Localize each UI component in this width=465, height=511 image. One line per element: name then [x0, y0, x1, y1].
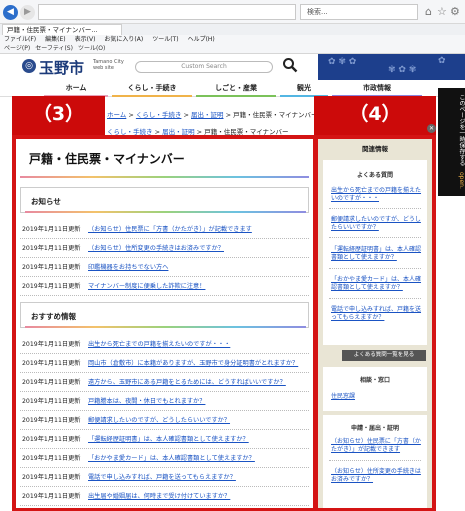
logo-icon: ◎ — [22, 59, 36, 73]
nav-bar-line — [112, 95, 192, 97]
nav-work[interactable]: しごと・産業 — [196, 80, 276, 97]
annotation-label-3: （3） — [12, 96, 105, 135]
forward-icon[interactable]: ▶ — [20, 5, 35, 20]
browser-search-input[interactable]: 検索... — [300, 4, 418, 20]
home-icon[interactable]: ⌂ — [425, 5, 432, 19]
back-icon[interactable]: ◀ — [3, 5, 18, 20]
nav-tourism[interactable]: 観光 — [280, 80, 328, 97]
nav-work-label: しごと・産業 — [215, 84, 257, 92]
screenshot-root: ◀ ▶ 検索... ⌂ ☆ ⚙ 戸籍・住民票・マイナンバー... ファイル(F)… — [0, 0, 465, 511]
browser-search-placeholder: 検索... — [307, 8, 328, 16]
site-logo[interactable]: 玉野市 — [39, 57, 84, 78]
nav-home-label: ホーム — [65, 84, 87, 92]
menu-view[interactable]: 表示(V) — [75, 36, 96, 43]
save-page-banner[interactable]: このページを一時保存する open. — [438, 88, 465, 196]
gear-icon[interactable]: ⚙ — [450, 5, 460, 19]
safety-menu[interactable]: セーフティ(S) — [35, 45, 73, 52]
global-nav: ホーム くらし・手続き しごと・産業 観光 市政情報 — [0, 80, 465, 97]
menu-help[interactable]: ヘルプ(H) — [188, 36, 215, 43]
menu-bar: ファイル(F) 編集(E) 表示(V) お気に入り(A) ツール(T) ヘルプ(H) — [0, 35, 465, 44]
menu-tools[interactable]: ツール(T) — [152, 36, 178, 43]
nav-bar-line — [196, 95, 276, 97]
tools-menu[interactable]: ツール(O) — [78, 45, 105, 52]
menu-edit[interactable]: 編集(E) — [45, 36, 65, 43]
annotation-box-3 — [12, 135, 317, 511]
menu-favorites[interactable]: お気に入り(A) — [104, 36, 143, 43]
save-page-sub: open. — [458, 171, 465, 189]
address-bar[interactable] — [38, 4, 296, 20]
breadcrumb-current: 戸籍・住民票・マイナンバー — [233, 111, 318, 119]
browser-tab[interactable]: 戸籍・住民票・マイナンバー... — [2, 24, 122, 35]
browser-toolbar: ◀ ▶ 検索... ⌂ ☆ ⚙ — [0, 0, 465, 24]
search-icon[interactable] — [282, 57, 298, 73]
site-header: ◎ 玉野市 Tamano City web site Custom Search… — [0, 54, 465, 80]
annotation-box-4 — [314, 135, 436, 511]
breadcrumb: ホーム > くらし・手続き > 届出・証明 > 戸籍・住民票・マイナンバー — [107, 111, 318, 119]
breadcrumb-living[interactable]: くらし・手続き — [136, 111, 182, 119]
tab-bar: 戸籍・住民票・マイナンバー... — [0, 24, 465, 35]
site-search-input[interactable]: Custom Search — [135, 61, 273, 73]
nav-living-label: くらし・手続き — [127, 84, 177, 92]
site-logo-sub: Tamano City web site — [93, 59, 124, 71]
breadcrumb-certificate[interactable]: 届出・証明 — [191, 111, 224, 119]
save-page-text: このページを一時保存する — [458, 94, 465, 166]
star-icon[interactable]: ☆ — [437, 5, 447, 19]
nav-tourism-label: 観光 — [297, 84, 311, 92]
close-icon[interactable]: ✕ — [427, 124, 436, 133]
nav-home[interactable]: ホーム — [44, 80, 108, 97]
menu-file[interactable]: ファイル(F) — [4, 36, 36, 43]
page-menu[interactable]: ページ(P) — [4, 45, 30, 52]
nav-cityinfo[interactable]: 市政情報 — [332, 80, 422, 97]
nav-cityinfo-label: 市政情報 — [363, 84, 391, 92]
breadcrumb-home[interactable]: ホーム — [107, 111, 126, 119]
command-bar: ページ(P) セーフティ(S) ツール(O) — [0, 44, 465, 54]
header-decoration: ✿ ✾ ✿ ✾ ✿ ✾ ✿ — [318, 54, 465, 80]
nav-living[interactable]: くらし・手続き — [112, 80, 192, 97]
annotation-label-4: （4） — [314, 96, 436, 135]
